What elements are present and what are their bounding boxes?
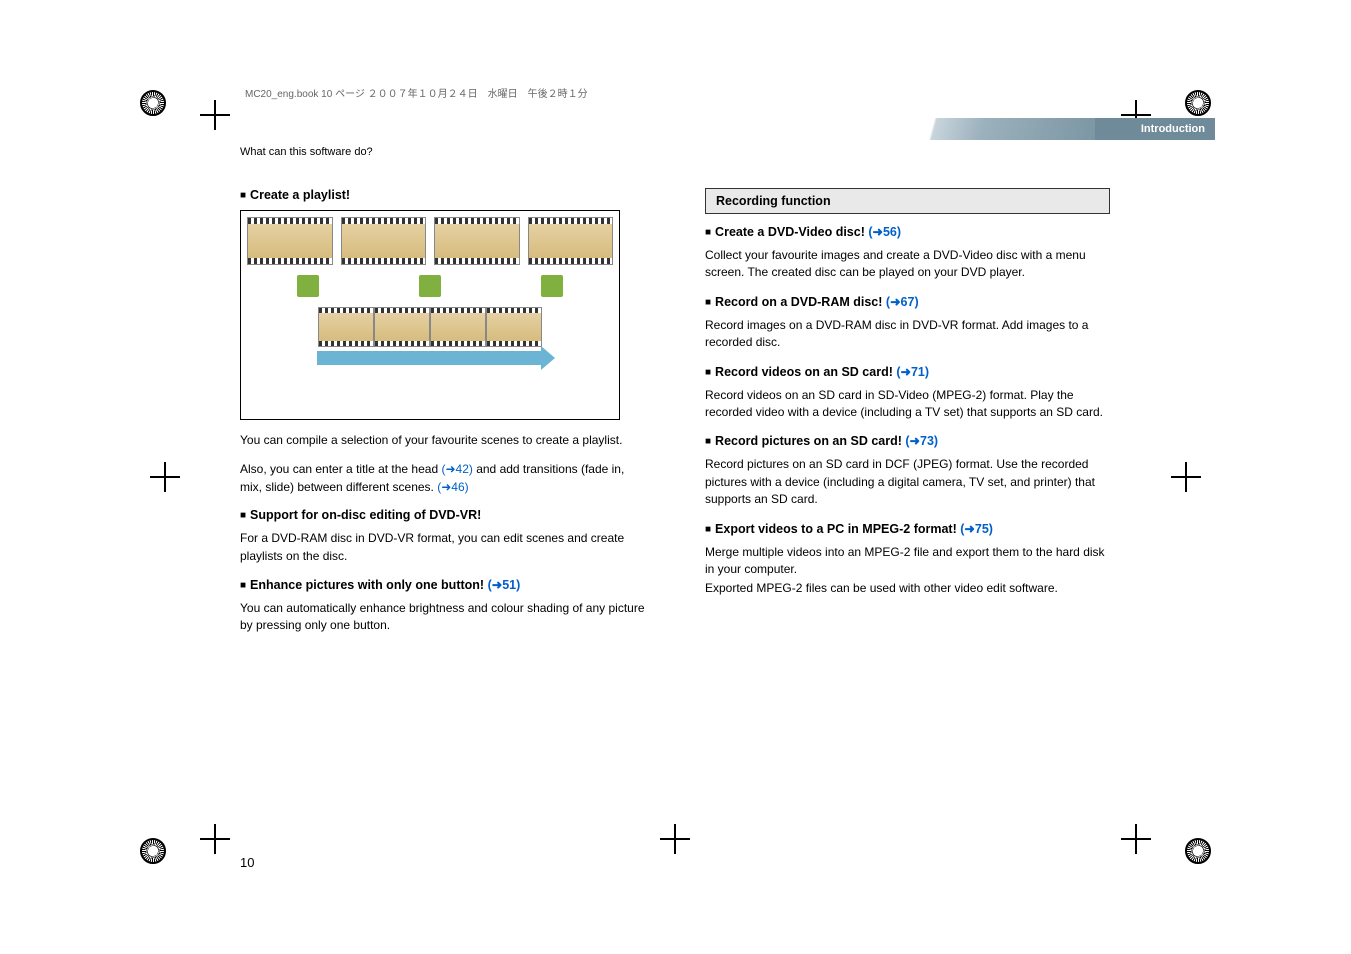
chapter-banner: Introduction	[135, 118, 1215, 140]
film-clip	[434, 217, 520, 265]
film-clip	[528, 217, 614, 265]
heading-record-dvd-ram: ■Record on a DVD-RAM disc! (➜67)	[705, 294, 1110, 309]
body-text: Record images on a DVD-RAM disc in DVD-V…	[705, 317, 1110, 352]
heading-text: Record videos on an SD card!	[715, 365, 896, 379]
page-ref-link[interactable]: (➜71)	[896, 365, 929, 379]
body-text: You can compile a selection of your favo…	[240, 432, 645, 449]
left-column: ■Create a playlist!	[240, 188, 645, 647]
page-ref-link[interactable]: (➜73)	[905, 434, 938, 448]
body-text: Record pictures on an SD card in DCF (JP…	[705, 456, 1110, 508]
right-column: Recording function ■Create a DVD-Video d…	[705, 188, 1110, 647]
body-text: Record videos on an SD card in SD-Video …	[705, 387, 1110, 422]
heading-text: Create a playlist!	[250, 188, 350, 202]
heading-text: Record pictures on an SD card!	[715, 434, 905, 448]
heading-create-playlist: ■Create a playlist!	[240, 188, 645, 202]
heading-create-dvd-video: ■Create a DVD-Video disc! (➜56)	[705, 224, 1110, 239]
page-ref-link[interactable]: (➜75)	[960, 522, 993, 536]
film-clip	[247, 217, 333, 265]
transition-icon	[297, 275, 319, 297]
source-file-header: MC20_eng.book 10 ページ ２００７年１０月２４日 水曜日 午後２…	[245, 85, 1215, 100]
timeline-arrow-icon	[317, 351, 543, 365]
heading-enhance-pictures: ■Enhance pictures with only one button! …	[240, 577, 645, 592]
page-ref-link[interactable]: (➜56)	[868, 225, 901, 239]
heading-text: Export videos to a PC in MPEG-2 format!	[715, 522, 960, 536]
film-clip	[341, 217, 427, 265]
body-text: For a DVD-RAM disc in DVD-VR format, you…	[240, 530, 645, 565]
chapter-label: Introduction	[1095, 118, 1215, 140]
transition-icon	[541, 275, 563, 297]
film-clip	[318, 307, 374, 347]
heading-export-mpeg2: ■Export videos to a PC in MPEG-2 format!…	[705, 521, 1110, 536]
page-ref-link[interactable]: (➜42)	[441, 462, 472, 476]
body-text: Merge multiple videos into an MPEG-2 fil…	[705, 544, 1110, 579]
film-clip	[374, 307, 430, 347]
body-text: Collect your favourite images and create…	[705, 247, 1110, 282]
page-content: MC20_eng.book 10 ページ ２００７年１０月２４日 水曜日 午後２…	[135, 85, 1215, 865]
heading-text: Record on a DVD-RAM disc!	[715, 295, 886, 309]
film-clip	[430, 307, 486, 347]
body-text: Also, you can enter a title at the head …	[240, 461, 645, 496]
page-ref-link[interactable]: (➜67)	[886, 295, 919, 309]
film-clip	[486, 307, 542, 347]
banner-decor	[845, 118, 1095, 140]
transition-icon	[419, 275, 441, 297]
heading-text: Enhance pictures with only one button!	[250, 578, 488, 592]
heading-text: Support for on-disc editing of DVD-VR!	[250, 508, 481, 522]
heading-record-video-sd: ■Record videos on an SD card! (➜71)	[705, 364, 1110, 379]
playlist-illustration	[240, 210, 620, 420]
page-number: 10	[240, 855, 254, 870]
section-breadcrumb: What can this software do?	[240, 146, 1215, 158]
heading-dvd-vr-editing: ■Support for on-disc editing of DVD-VR!	[240, 508, 645, 522]
page-ref-link[interactable]: (➜46)	[437, 480, 468, 494]
body-text: Exported MPEG-2 files can be used with o…	[705, 580, 1110, 597]
body-text: You can automatically enhance brightness…	[240, 600, 645, 635]
heading-text: Create a DVD-Video disc!	[715, 225, 868, 239]
section-heading-recording: Recording function	[705, 188, 1110, 214]
heading-record-picture-sd: ■Record pictures on an SD card! (➜73)	[705, 433, 1110, 448]
page-ref-link[interactable]: (➜51)	[488, 578, 521, 592]
